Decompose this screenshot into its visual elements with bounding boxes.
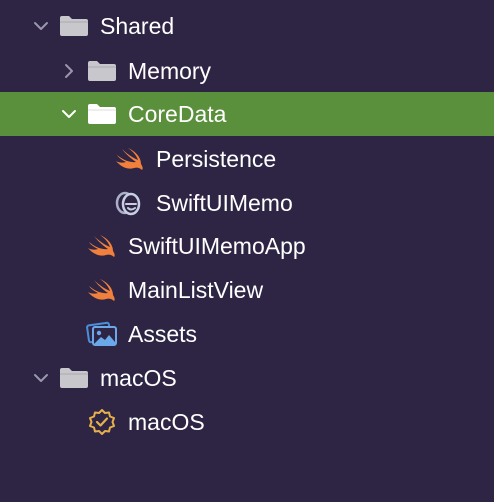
tree-row-label: SwiftUIMemoApp (128, 233, 306, 259)
asset-catalog-icon (86, 321, 117, 346)
folder-icon (88, 61, 116, 81)
chevron-down-icon[interactable] (61, 106, 77, 122)
tree-row-mainlistview[interactable]: MainListView (0, 268, 494, 312)
tree-row-label: Shared (100, 13, 175, 39)
swift-file-icon (88, 279, 115, 301)
tree-row-memory[interactable]: Memory (0, 49, 494, 93)
tree-row-label: CoreData (128, 101, 227, 127)
tree-row-label: macOS (128, 409, 205, 435)
tree-row-label: Assets (128, 321, 198, 347)
folder-icon (60, 16, 88, 36)
tree-row-label: Memory (128, 58, 212, 84)
project-navigator: Shared Memory CoreData Persistence Swift… (0, 0, 494, 502)
tree-row-assets[interactable]: Assets (0, 312, 494, 356)
entitlements-icon (89, 409, 115, 435)
swift-file-icon (116, 148, 143, 170)
tree-row-label: MainListView (128, 277, 264, 303)
tree-row-coredata[interactable]: CoreData (0, 92, 494, 136)
chevron-down-icon[interactable] (33, 370, 49, 386)
tree-row-macos-entitlements[interactable]: macOS (0, 400, 494, 444)
tree-row-label: macOS (100, 365, 177, 391)
tree-row-swiftuimemoapp[interactable]: SwiftUIMemoApp (0, 224, 494, 268)
tree-row-label: SwiftUIMemo (156, 190, 293, 216)
tree-row-persistence[interactable]: Persistence (0, 137, 494, 181)
tree-row-macos-folder[interactable]: macOS (0, 356, 494, 400)
tree-row-shared[interactable]: Shared (0, 4, 494, 48)
chevron-down-icon[interactable] (33, 18, 49, 34)
tree-row-swiftuimemo[interactable]: SwiftUIMemo (0, 181, 494, 225)
chevron-right-icon[interactable] (61, 63, 77, 79)
core-data-model-icon (115, 191, 141, 216)
swift-file-icon (88, 235, 115, 257)
folder-icon (88, 104, 116, 124)
tree-row-label: Persistence (156, 146, 277, 172)
folder-icon (60, 368, 88, 388)
